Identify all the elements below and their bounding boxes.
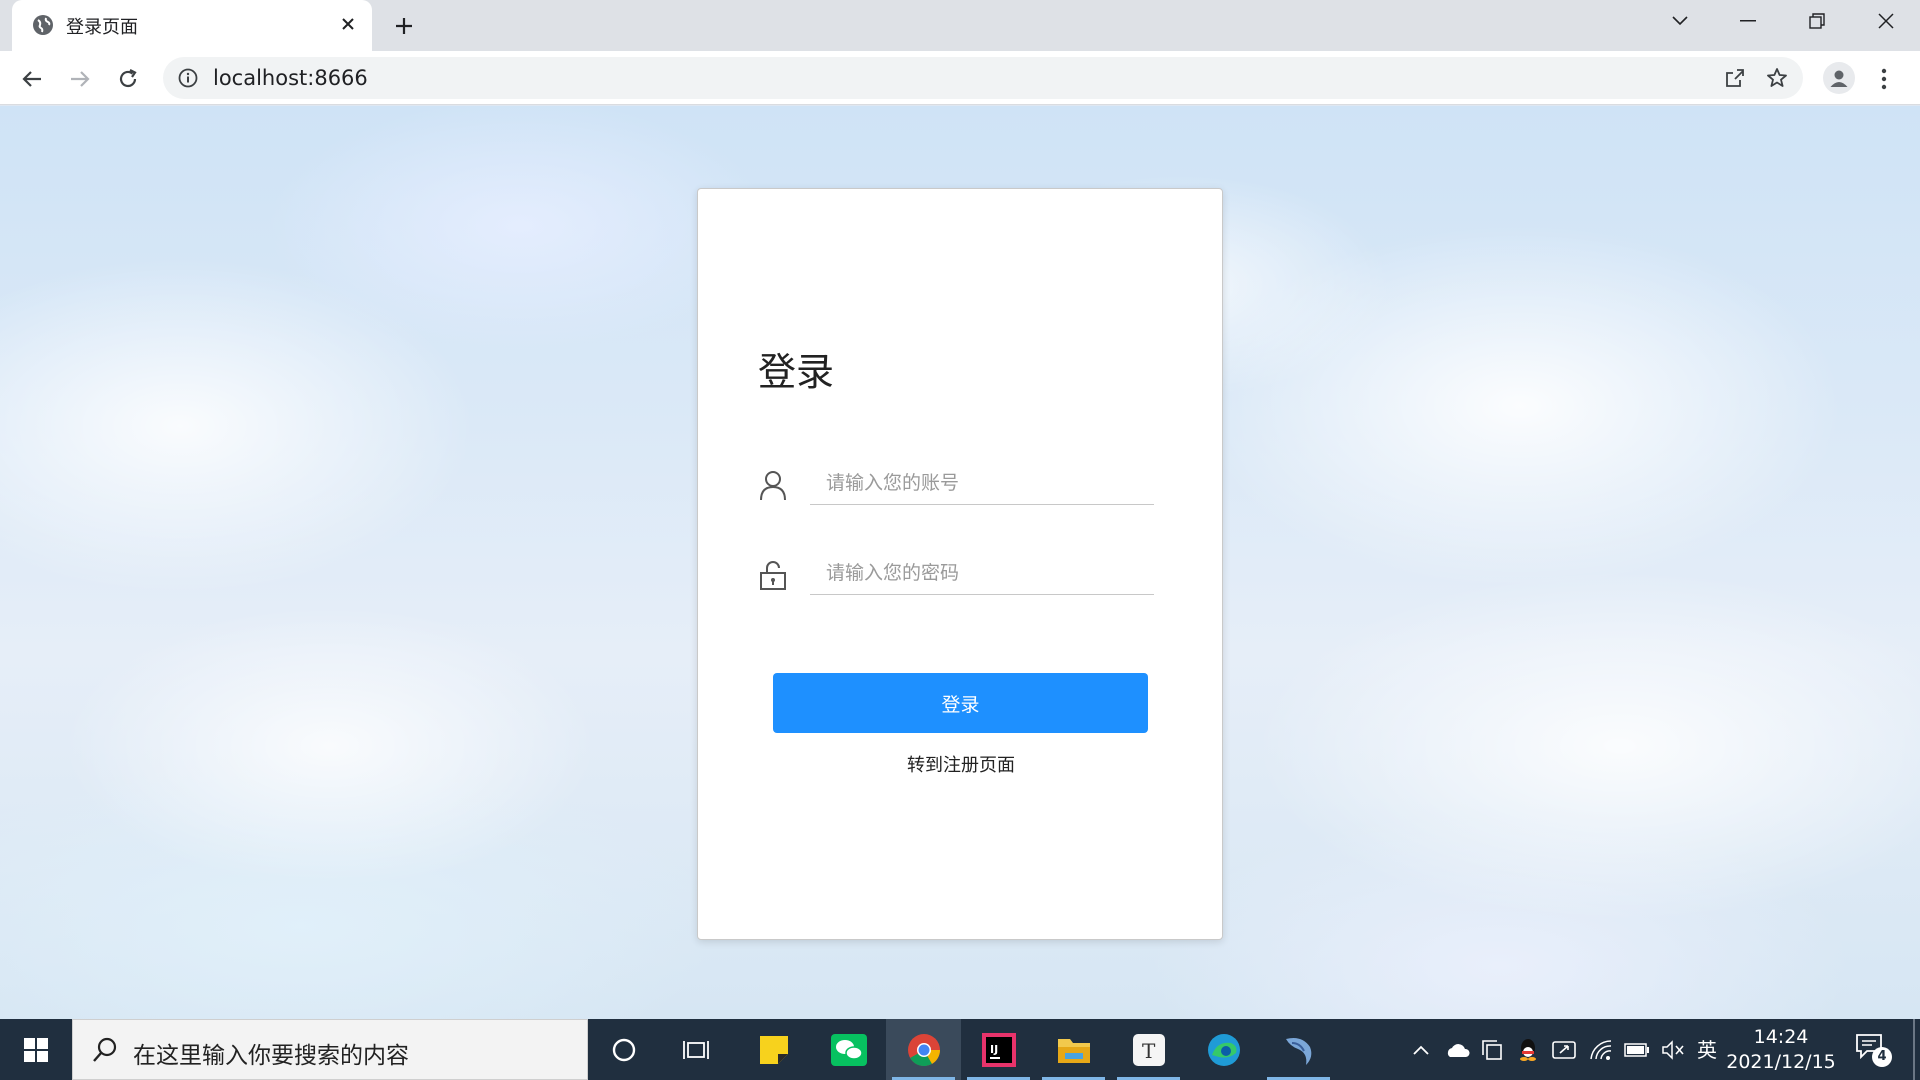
tab-search-icon[interactable] — [1650, 0, 1710, 42]
battery-icon[interactable] — [1624, 1037, 1650, 1063]
password-field — [758, 549, 1158, 599]
username-field — [758, 459, 1158, 509]
tab-title: 登录页面 — [66, 17, 138, 38]
register-link[interactable]: 转到注册页面 — [698, 751, 1224, 777]
restore-button[interactable] — [1787, 0, 1847, 42]
share-icon[interactable] — [1723, 66, 1747, 90]
site-info-icon[interactable] — [177, 67, 199, 89]
show-desktop-button[interactable] — [1913, 1019, 1915, 1080]
unlock-icon — [760, 561, 786, 590]
svg-text:IJ: IJ — [990, 1043, 998, 1056]
qq-icon[interactable] — [1515, 1037, 1541, 1063]
chevron-up-icon[interactable] — [1408, 1037, 1434, 1063]
profile-avatar-icon[interactable] — [1823, 62, 1855, 94]
volume-muted-icon[interactable] — [1660, 1037, 1686, 1063]
browser-tab[interactable]: 登录页面 — [12, 0, 372, 51]
password-input[interactable] — [810, 551, 1154, 595]
onedrive-icon[interactable] — [1444, 1037, 1470, 1063]
reload-icon[interactable] — [113, 64, 143, 94]
windows-start-icon[interactable] — [0, 1019, 72, 1080]
cortana-icon[interactable] — [586, 1019, 661, 1080]
intellij-icon[interactable]: IJ — [961, 1019, 1036, 1080]
edge-icon[interactable] — [1186, 1019, 1261, 1080]
wechat-icon[interactable] — [811, 1019, 886, 1080]
browser-toolbar: localhost:8666 — [0, 51, 1920, 105]
user-icon — [760, 471, 786, 501]
taskbar-clock[interactable]: 14:24 2021/12/15 — [1726, 1025, 1836, 1075]
clock-date: 2021/12/15 — [1726, 1051, 1836, 1073]
svg-text:T: T — [1142, 1039, 1156, 1063]
notification-center-icon[interactable]: 4 — [1855, 1033, 1892, 1067]
globe-icon — [33, 15, 53, 35]
close-tab-icon[interactable] — [336, 12, 360, 36]
forward-arrow-icon[interactable] — [65, 64, 95, 94]
typora-icon[interactable]: T — [1111, 1019, 1186, 1080]
login-button[interactable]: 登录 — [773, 673, 1148, 733]
search-placeholder: 在这里输入你要搜索的内容 — [133, 1043, 409, 1069]
username-input[interactable] — [810, 461, 1154, 505]
minimize-button[interactable] — [1718, 0, 1778, 42]
notification-count-badge: 4 — [1872, 1047, 1892, 1067]
wifi-icon[interactable] — [1588, 1037, 1614, 1063]
taskbar-search-box[interactable]: 在这里输入你要搜索的内容 — [72, 1019, 588, 1080]
page-viewport: 登录 登录 转到注册页面 — [0, 106, 1920, 1019]
chrome-icon[interactable] — [886, 1019, 961, 1080]
copy-windows-icon[interactable] — [1479, 1037, 1505, 1063]
mysql-icon[interactable] — [1261, 1019, 1336, 1080]
file-explorer-icon[interactable] — [1036, 1019, 1111, 1080]
login-card: 登录 登录 转到注册页面 — [697, 188, 1223, 940]
url-text[interactable]: localhost:8666 — [213, 66, 368, 90]
search-icon — [93, 1037, 117, 1062]
back-arrow-icon[interactable] — [17, 64, 47, 94]
bookmark-star-icon[interactable] — [1765, 66, 1789, 90]
browser-tab-bar: 登录页面 — [0, 0, 1920, 51]
menu-kebab-icon[interactable] — [1872, 64, 1896, 94]
new-tab-button[interactable] — [390, 12, 418, 40]
task-view-icon[interactable] — [658, 1019, 733, 1080]
sticky-notes-icon[interactable] — [736, 1019, 811, 1080]
address-bar[interactable]: localhost:8666 — [163, 57, 1803, 99]
clock-time: 14:24 — [1753, 1026, 1809, 1048]
windows-taskbar: 在这里输入你要搜索的内容 IJ T 英 14:24 2021/12/15 4 — [0, 1019, 1920, 1080]
close-window-button[interactable] — [1856, 0, 1916, 42]
screen-capture-icon[interactable] — [1551, 1037, 1577, 1063]
login-title: 登录 — [758, 350, 835, 394]
ime-indicator[interactable]: 英 — [1697, 1034, 1717, 1063]
